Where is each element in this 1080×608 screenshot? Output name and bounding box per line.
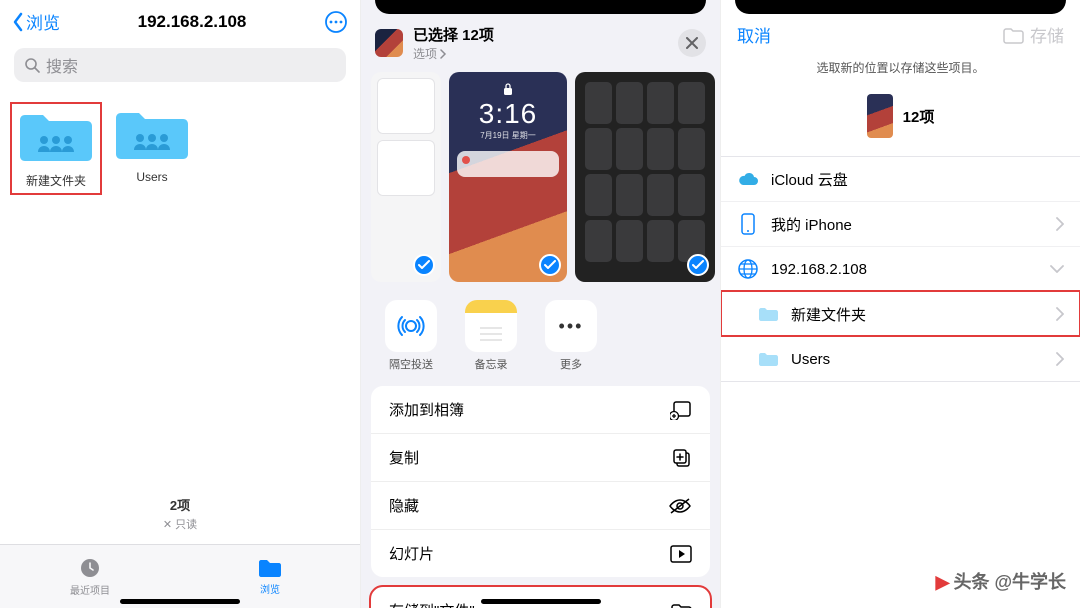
back-button[interactable]: 浏览 xyxy=(12,9,60,34)
folder-users[interactable]: Users xyxy=(112,106,192,191)
photo-thumbnail[interactable] xyxy=(575,72,715,282)
album-add-icon xyxy=(670,400,692,420)
copy-icon xyxy=(672,448,692,468)
clock-icon xyxy=(78,556,102,580)
location-users[interactable]: Users xyxy=(721,336,1080,381)
search-placeholder: 搜索 xyxy=(46,53,78,77)
action-add-to-album[interactable]: 添加到相簿 xyxy=(371,386,710,434)
notes-icon xyxy=(465,300,517,352)
options-button[interactable]: 选项 xyxy=(413,45,668,62)
photo-thumbnail[interactable] xyxy=(371,72,441,282)
more-icon: ••• xyxy=(545,300,597,352)
folder-label: 新建文件夹 xyxy=(26,174,86,188)
lockscreen-date: 7月19日 星期一 xyxy=(449,130,567,141)
airdrop-icon xyxy=(385,300,437,352)
save-button[interactable]: 存储 xyxy=(1002,22,1064,47)
page-title: 192.168.2.108 xyxy=(60,12,324,32)
selection-check-icon xyxy=(687,254,709,276)
preview-thumbnail xyxy=(867,94,893,138)
lock-icon xyxy=(502,82,514,96)
location-icloud[interactable]: iCloud 云盘 xyxy=(721,157,1080,201)
selection-thumbnail xyxy=(375,29,403,57)
chevron-right-icon xyxy=(439,49,447,59)
eye-slash-icon xyxy=(668,497,692,515)
folder-icon xyxy=(757,303,779,325)
iphone-icon xyxy=(737,213,759,235)
folder-shared-icon xyxy=(16,108,96,166)
notification-card xyxy=(457,151,559,177)
action-copy[interactable]: 复制 xyxy=(371,434,710,482)
tab-label: 最近项目 xyxy=(70,582,110,597)
instruction-text: 选取新的位置以存储这些项目。 xyxy=(721,51,1080,86)
location-server[interactable]: 192.168.2.108 xyxy=(721,246,1080,291)
globe-icon xyxy=(737,258,759,280)
folder-label: Users xyxy=(136,170,167,184)
logo-icon: ▶ xyxy=(936,572,950,592)
close-button[interactable] xyxy=(678,29,706,57)
play-rect-icon xyxy=(670,545,692,563)
location-new-folder[interactable]: 新建文件夹 xyxy=(721,291,1080,336)
search-icon xyxy=(24,57,40,73)
chevron-right-icon xyxy=(1056,352,1064,366)
share-app-more[interactable]: ••• 更多 xyxy=(545,300,597,372)
chevron-left-icon xyxy=(12,12,24,32)
notch xyxy=(375,0,706,14)
app-label: 隔空投送 xyxy=(389,359,433,371)
search-input[interactable]: 搜索 xyxy=(14,48,346,82)
ellipsis-circle-icon xyxy=(324,10,348,34)
chevron-right-icon xyxy=(1056,217,1064,231)
app-label: 更多 xyxy=(560,359,582,371)
footer-status: 2项 ✕ 只读 xyxy=(0,495,360,532)
back-label: 浏览 xyxy=(26,9,60,34)
notch xyxy=(735,0,1066,14)
tab-label: 浏览 xyxy=(260,581,280,596)
folder-new[interactable]: 新建文件夹 xyxy=(14,106,98,191)
app-label: 备忘录 xyxy=(475,359,508,371)
chevron-right-icon xyxy=(1056,307,1064,321)
folder-shared-icon xyxy=(112,106,192,164)
selection-check-icon xyxy=(539,254,561,276)
share-app-airdrop[interactable]: 隔空投送 xyxy=(385,300,437,372)
home-indicator[interactable] xyxy=(120,599,240,604)
share-app-notes[interactable]: 备忘录 xyxy=(465,300,517,372)
action-save-to-files[interactable]: 存储到"文件" xyxy=(371,587,710,608)
folder-icon xyxy=(1002,26,1024,44)
location-iphone[interactable]: 我的 iPhone xyxy=(721,201,1080,246)
action-hide[interactable]: 隐藏 xyxy=(371,482,710,530)
chevron-down-icon xyxy=(1050,265,1064,273)
folder-icon xyxy=(757,348,779,370)
folder-icon xyxy=(257,557,283,579)
more-menu-button[interactable] xyxy=(324,10,348,34)
lockscreen-time: 3:16 xyxy=(449,98,567,130)
home-indicator[interactable] xyxy=(481,599,601,604)
cloud-icon xyxy=(737,168,759,190)
preview-count: 12项 xyxy=(903,106,935,127)
action-slideshow[interactable]: 幻灯片 xyxy=(371,530,710,577)
share-sheet-title: 已选择 12项 xyxy=(413,24,668,45)
folder-icon xyxy=(670,602,692,608)
cancel-button[interactable]: 取消 xyxy=(737,22,771,47)
selection-check-icon xyxy=(413,254,435,276)
close-icon xyxy=(686,37,698,49)
watermark: ▶头条 @牛学长 xyxy=(936,568,1066,594)
photo-thumbnail[interactable]: 3:16 7月19日 星期一 xyxy=(449,72,567,282)
